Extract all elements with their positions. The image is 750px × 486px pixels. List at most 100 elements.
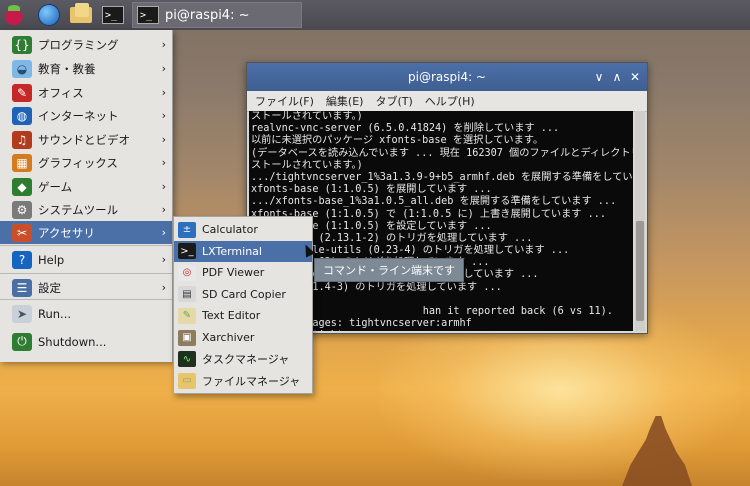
graphics-icon: ▦: [12, 153, 32, 172]
menu-item-label: システムツール: [38, 202, 119, 217]
sd-card-icon: ▤: [178, 286, 196, 303]
folders-icon: [70, 3, 92, 23]
menu-item-label: サウンドとビデオ: [38, 132, 130, 147]
window-title: pi@raspi4: ~: [408, 70, 486, 84]
terminal-line: ストールされています。): [251, 159, 363, 171]
settings-icon: ☰: [12, 278, 32, 297]
shutdown-icon: ⏻: [12, 332, 32, 351]
submenu-item-file-manager[interactable]: ▭ ファイルマネージャ: [174, 370, 312, 391]
menu-item-settings[interactable]: ☰ 設定 ›: [0, 276, 172, 299]
submenu-item-calculator[interactable]: ± Calculator: [174, 219, 312, 240]
terminal-icon: >_: [102, 6, 124, 24]
submenu-item-pdf-viewer[interactable]: ◎ PDF Viewer: [174, 262, 312, 283]
chevron-right-icon: ›: [161, 86, 166, 99]
terminal-line: realvnc-vnc-server (6.5.0.41824) を削除していま…: [251, 123, 560, 135]
menu-help[interactable]: ヘルプ(H): [425, 93, 475, 109]
minimize-button[interactable]: ∨: [591, 69, 607, 85]
raspberry-pi-icon: [4, 5, 24, 25]
file-manager-icon: ▭: [178, 372, 196, 389]
chevron-right-icon: ›: [161, 133, 166, 146]
menu-item-globe[interactable]: ◍ インターネット ›: [0, 104, 172, 127]
menu-item-shutdown[interactable]: ⏻ Shutdown...: [0, 330, 172, 353]
chevron-right-icon: ›: [161, 109, 166, 122]
chevron-right-icon: ›: [161, 180, 166, 193]
calculator-icon: ±: [178, 221, 196, 238]
globe-icon: ◍: [12, 106, 32, 125]
window-titlebar[interactable]: pi@raspi4: ~ ∨ ∧ ✕: [247, 63, 647, 91]
archive-icon: ▣: [178, 329, 196, 346]
close-button[interactable]: ✕: [627, 69, 643, 85]
submenu-item-terminal[interactable]: >_ LXTerminal: [174, 240, 312, 262]
menu-file[interactable]: ファイル(F): [255, 93, 314, 109]
education-icon: ◒: [12, 59, 32, 78]
globe-icon: [38, 4, 60, 26]
file-manager-launcher[interactable]: [70, 3, 92, 27]
raspberry-menu-button[interactable]: [4, 3, 24, 27]
terminal-scrollbar[interactable]: [635, 111, 645, 331]
terminal-line: (データベースを読み込んでいます ... 現在 162307 個のファイルとディ…: [251, 147, 633, 159]
menu-item-code-braces[interactable]: {} プログラミング ›: [0, 33, 172, 56]
menu-item-accessories[interactable]: ✂ アクセサリ ›: [0, 221, 172, 244]
submenu-item-text-editor[interactable]: ✎ Text Editor: [174, 305, 312, 326]
chevron-right-icon: ›: [161, 253, 166, 266]
chevron-right-icon: ›: [161, 226, 166, 239]
submenu-item-label: Xarchiver: [202, 331, 255, 344]
accessories-icon: ✂: [12, 223, 32, 242]
menu-item-graphics[interactable]: ▦ グラフィックス ›: [0, 151, 172, 174]
submenu-item-label: LXTerminal: [202, 244, 262, 258]
submenu-item-sd-card[interactable]: ▤ SD Card Copier: [174, 284, 312, 305]
terminal-line: 以前に未選択のパッケージ xfonts-base を選択しています。: [251, 135, 544, 147]
submenu-item-label: ファイルマネージャ: [202, 374, 301, 388]
chevron-right-icon: ›: [161, 38, 166, 51]
help-icon: ?: [12, 250, 32, 269]
menu-edit[interactable]: 編集(E): [326, 93, 364, 109]
menu-item-run[interactable]: ➤ Run...: [0, 302, 172, 325]
terminal-line: .../xfonts-base_1%3a1.0.5_all.deb を展開する準…: [251, 196, 617, 208]
submenu-item-label: Calculator: [202, 223, 258, 236]
office-icon: ✎: [12, 83, 32, 102]
text-editor-icon: ✎: [178, 307, 196, 324]
code-braces-icon: {}: [12, 35, 32, 54]
accessories-submenu: ± Calculator >_ LXTerminal ◎ PDF Viewer ▤ SD Ca…: [173, 216, 313, 394]
terminal-line: xfonts-base (1:1.0.5) を展開しています ...: [251, 184, 492, 196]
terminal-line-rest: (2.13.1-2) のトリガを処理しています ...: [312, 232, 533, 244]
menu-item-label: 設定: [38, 280, 61, 295]
window-menubar: ファイル(F) 編集(E) タブ(T) ヘルプ(H): [247, 91, 647, 112]
menu-item-label: インターネット: [38, 108, 119, 123]
top-panel: >_ >_ pi@raspi4: ~: [0, 0, 750, 30]
menu-item-sound-video[interactable]: ♫ サウンドとビデオ ›: [0, 128, 172, 151]
menu-item-office[interactable]: ✎ オフィス ›: [0, 81, 172, 104]
menu-item-label: Shutdown...: [38, 334, 107, 349]
terminal-launcher[interactable]: >_: [102, 3, 124, 27]
terminal-line: .../tightvncserver_1%3a1.3.9-9+b5_armhf.…: [251, 171, 633, 183]
chevron-right-icon: ›: [161, 62, 166, 75]
run-icon: ➤: [12, 304, 32, 323]
menu-item-education[interactable]: ◒ 教育・教養 ›: [0, 57, 172, 80]
submenu-item-label: SD Card Copier: [202, 287, 286, 301]
menu-item-label: アクセサリ: [38, 225, 95, 240]
chevron-right-icon: ›: [161, 203, 166, 216]
submenu-item-archive[interactable]: ▣ Xarchiver: [174, 327, 312, 348]
task-manager-icon: ∿: [178, 351, 196, 368]
terminal-line: ストールされています。): [251, 111, 363, 122]
menu-item-game[interactable]: ◆ ゲーム ›: [0, 175, 172, 198]
application-menu: {} プログラミング › ◒ 教育・教養 › ✎ オフィス › ◍ インターネット › ♫ サウンドとビデ…: [0, 30, 173, 362]
menu-item-help[interactable]: ? Help ›: [0, 248, 172, 271]
chevron-right-icon: ›: [161, 281, 166, 294]
submenu-item-task-manager[interactable]: ∿ タスクマネージャ: [174, 349, 312, 370]
menu-tabs[interactable]: タブ(T): [375, 93, 412, 109]
menu-item-system-tools[interactable]: ⚙ システムツール ›: [0, 198, 172, 221]
menu-separator: [0, 299, 172, 300]
menu-item-label: ゲーム: [38, 179, 73, 194]
maximize-button[interactable]: ∧: [609, 69, 625, 85]
menu-item-label: Run...: [38, 306, 72, 321]
terminal-icon: >_: [178, 243, 196, 260]
terminal-icon: >_: [137, 6, 159, 24]
scrollbar-thumb[interactable]: [636, 221, 644, 321]
menu-item-label: 教育・教養: [38, 61, 96, 76]
sound-video-icon: ♫: [12, 130, 32, 149]
menu-separator: [0, 245, 172, 246]
lxterminal-tooltip: コマンド・ライン端末です: [314, 258, 464, 282]
taskbar-terminal-window[interactable]: >_ pi@raspi4: ~: [132, 2, 302, 28]
web-browser-launcher[interactable]: [38, 3, 60, 27]
